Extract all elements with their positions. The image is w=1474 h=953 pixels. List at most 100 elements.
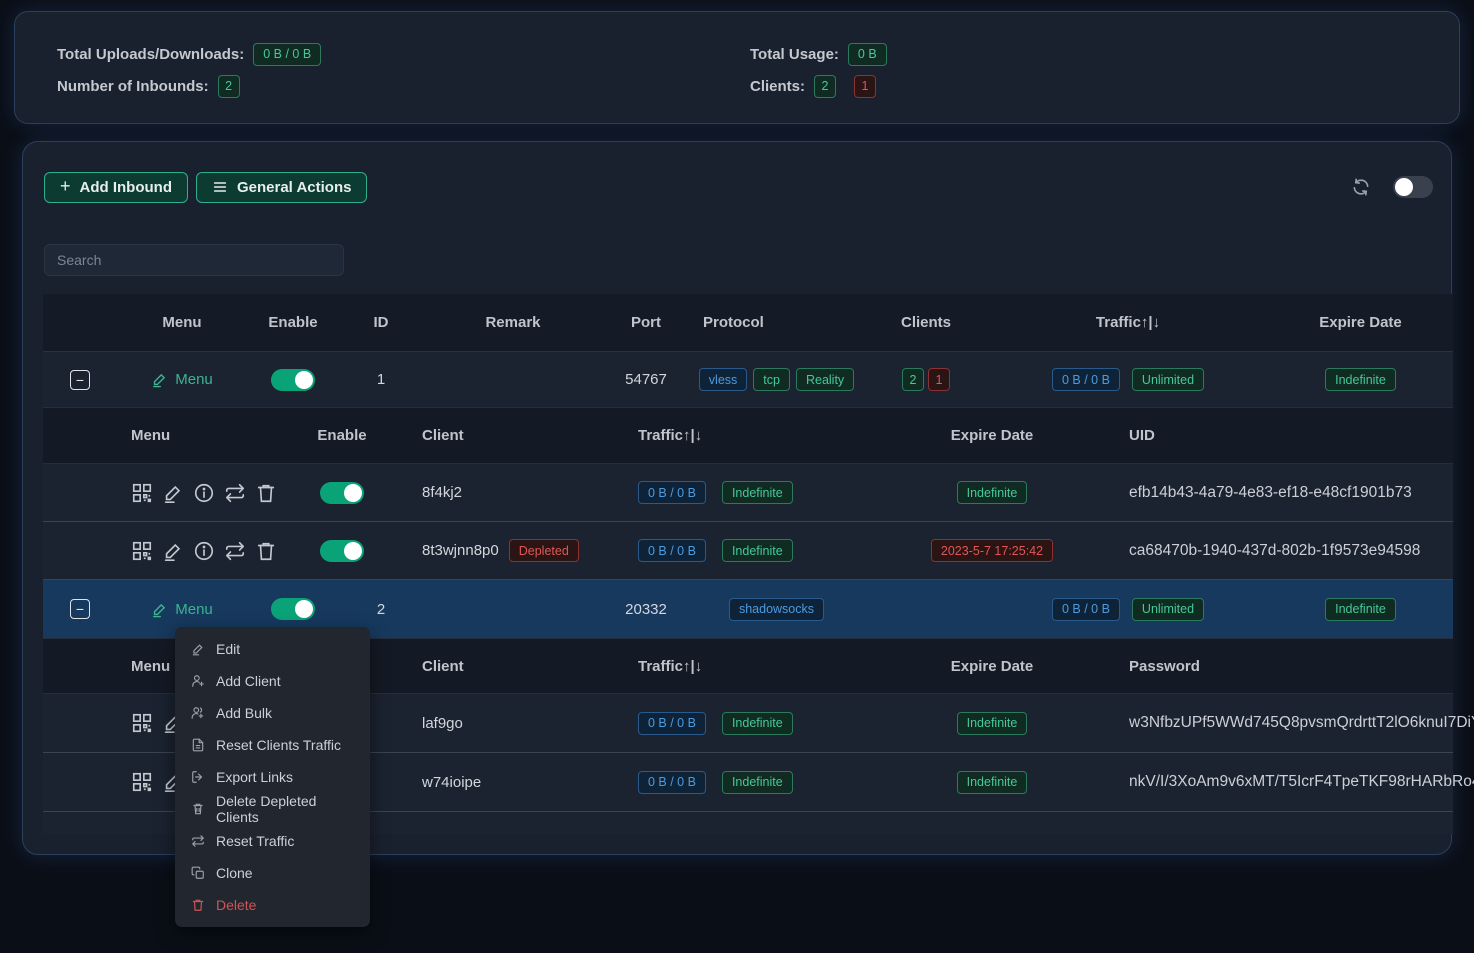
traffic-badge: 0 B / 0 B	[638, 712, 706, 735]
menu-item-clone[interactable]: Clone	[175, 857, 370, 889]
menu-item-edit[interactable]: Edit	[175, 633, 370, 665]
collapse-row-button[interactable]: −	[70, 599, 90, 619]
reset-traffic-icon[interactable]	[224, 540, 246, 562]
add-inbound-button[interactable]: + Add Inbound	[44, 172, 188, 203]
protocol-tag: shadowsocks	[729, 598, 824, 621]
edit-icon[interactable]	[162, 540, 184, 562]
stat-clients: Clients: 2 1	[736, 70, 1459, 102]
search-input[interactable]	[44, 244, 344, 276]
traffic-limit-badge: Unlimited	[1132, 598, 1204, 621]
edit-icon[interactable]	[162, 482, 184, 504]
row-menu-button[interactable]: Menu	[151, 601, 213, 618]
col-client: Client	[382, 427, 597, 444]
plus-icon: +	[60, 177, 71, 195]
file-reset-icon	[191, 738, 205, 752]
info-icon[interactable]	[193, 482, 215, 504]
users-add-icon	[191, 706, 205, 720]
delete-icon[interactable]	[255, 482, 277, 504]
refresh-icon[interactable]	[1351, 177, 1371, 197]
menu-item-delete-depleted-clients[interactable]: Delete Depleted Clients	[175, 793, 370, 825]
col-traffic[interactable]: Traffic↑|↓	[597, 658, 887, 675]
client-name: w74ioipe	[422, 774, 481, 791]
stat-number-of-inbounds: Number of Inbounds: 2	[43, 70, 736, 102]
reset-traffic-icon[interactable]	[224, 482, 246, 504]
qr-code-icon[interactable]	[131, 482, 153, 504]
depleted-badge: Depleted	[509, 539, 579, 562]
clients-active-badge: 2	[814, 75, 836, 98]
qr-code-icon[interactable]	[131, 712, 153, 734]
general-actions-button[interactable]: General Actions	[196, 172, 367, 203]
col-traffic[interactable]: Traffic↑|↓	[597, 427, 887, 444]
menu-item-reset-clients-traffic[interactable]: Reset Clients Traffic	[175, 729, 370, 761]
inbounds-page: Total Uploads/Downloads: 0 B / 0 B Total…	[0, 0, 1474, 953]
client-name: 8f4kj2	[422, 484, 462, 501]
menu-item-export-links[interactable]: Export Links	[175, 761, 370, 793]
qr-code-icon[interactable]	[131, 771, 153, 793]
edit-icon	[151, 601, 168, 618]
stat-label: Total Uploads/Downloads:	[57, 46, 244, 63]
qr-code-icon[interactable]	[131, 540, 153, 562]
clients-depleted-badge: 1	[854, 75, 876, 98]
traffic-limit-badge: Indefinite	[722, 712, 793, 735]
expire-badge: Indefinite	[957, 771, 1028, 794]
client-uid: efb14b43-4a79-4e83-ef18-e48cf1901b73	[1129, 484, 1412, 502]
protocol-tags: vless tcp Reality	[689, 368, 864, 391]
row-menu-button[interactable]: Menu	[151, 371, 213, 388]
reset-traffic-icon	[191, 834, 205, 848]
enable-toggle[interactable]	[271, 598, 315, 620]
clients-active-badge: 2	[902, 368, 924, 391]
col-remark: Remark	[423, 314, 603, 331]
col-client: Client	[382, 658, 597, 675]
traffic-badge: 0 B / 0 B	[1052, 368, 1120, 391]
inbound-id: 1	[339, 371, 423, 388]
trash-clients-icon	[191, 802, 205, 816]
enable-toggle[interactable]	[271, 369, 315, 391]
col-expire-date: Expire Date	[887, 427, 1097, 444]
traffic-limit-badge: Unlimited	[1132, 368, 1204, 391]
add-inbound-label: Add Inbound	[80, 179, 172, 196]
expire-badge: Indefinite	[957, 712, 1028, 735]
col-expire-date: Expire Date	[1268, 314, 1453, 331]
hamburger-icon	[212, 179, 228, 195]
stat-value-badge: 2	[218, 75, 240, 98]
menu-item-reset-traffic[interactable]: Reset Traffic	[175, 825, 370, 857]
inbound-port: 54767	[603, 371, 689, 388]
toolbar: + Add Inbound General Actions	[44, 171, 1433, 203]
delete-icon[interactable]	[255, 540, 277, 562]
inbound-row-1: − Menu 1 54767 vless tcp Reality 2	[43, 352, 1453, 408]
protocol-tag: vless	[699, 368, 747, 391]
transport-tag: tcp	[753, 368, 790, 391]
col-port: Port	[603, 314, 689, 331]
info-icon[interactable]	[193, 540, 215, 562]
dark-mode-toggle[interactable]	[1393, 176, 1433, 198]
collapse-row-button[interactable]: −	[70, 370, 90, 390]
traffic-badge: 0 B / 0 B	[638, 481, 706, 504]
menu-item-delete[interactable]: Delete	[175, 889, 370, 921]
client-uid: ca68470b-1940-437d-802b-1f9573e94598	[1129, 542, 1420, 560]
menu-item-add-client[interactable]: Add Client	[175, 665, 370, 697]
security-tag: Reality	[796, 368, 854, 391]
enable-toggle[interactable]	[320, 482, 364, 504]
protocol-tags: shadowsocks	[689, 598, 864, 621]
col-traffic[interactable]: Traffic↑|↓	[988, 314, 1268, 331]
clients-depleted-badge: 1	[928, 368, 950, 391]
stat-label: Clients:	[750, 78, 805, 95]
stat-total-uploads-downloads: Total Uploads/Downloads: 0 B / 0 B	[43, 38, 736, 70]
enable-toggle[interactable]	[320, 540, 364, 562]
traffic-limit-badge: Indefinite	[722, 771, 793, 794]
clients-count: 2 1	[864, 368, 988, 391]
client-row: 8t3wjnn8p0 Depleted 0 B / 0 B Indefinite…	[43, 522, 1453, 580]
traffic-cell: 0 B / 0 B Unlimited	[988, 598, 1268, 621]
expire-badge: Indefinite	[957, 481, 1028, 504]
traffic-badge: 0 B / 0 B	[638, 539, 706, 562]
stat-label: Total Usage:	[750, 46, 839, 63]
client-password: w3NfbzUPf5WWd745Q8pvsmQrdrttT2lO6knuI7Di…	[1129, 714, 1474, 732]
stat-total-usage: Total Usage: 0 B	[736, 38, 1459, 70]
client-password: nkV/I/3XoAm9v6xMT/T5IcrF4TpeTKF98rHARbRo…	[1129, 773, 1474, 791]
col-protocol: Protocol	[689, 314, 864, 331]
client-name: laf9go	[422, 715, 463, 732]
menu-item-add-bulk[interactable]: Add Bulk	[175, 697, 370, 729]
table-header-row: Menu Enable ID Remark Port Protocol Clie…	[43, 294, 1453, 352]
edit-icon	[191, 642, 205, 656]
general-actions-label: General Actions	[237, 179, 351, 196]
